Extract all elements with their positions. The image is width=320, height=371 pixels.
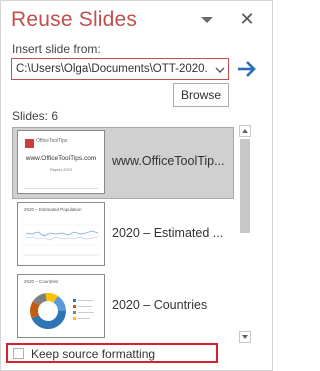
slide-thumbnail-3: 2020 – Countries <box>17 274 105 338</box>
keep-source-formatting-highlight: Keep source formatting <box>6 343 218 363</box>
keep-source-formatting-label[interactable]: Keep source formatting <box>31 347 155 361</box>
office-logo-icon <box>25 139 34 148</box>
scroll-down-arrow-icon[interactable] <box>239 331 251 343</box>
slide-item-3[interactable]: 2020 – Countries 2020 – Countries <box>12 271 234 341</box>
slide-title-2: 2020 – Estimated ... <box>112 226 224 240</box>
path-dropdown-chevron-down-icon[interactable] <box>214 63 226 75</box>
thumb-logo-text: OfficeToolTips <box>36 138 68 144</box>
scroll-up-arrow-icon[interactable] <box>239 125 251 137</box>
line-chart-thumbnail <box>24 224 100 256</box>
browse-button[interactable]: Browse <box>173 83 229 107</box>
pane-title: Reuse Slides <box>11 8 138 31</box>
slides-count-label: Slides: 6 <box>12 109 59 123</box>
close-icon[interactable]: ✕ <box>237 9 257 29</box>
slide-item-1[interactable]: OfficeToolTips www.OfficeToolTips.com Re… <box>12 127 234 199</box>
file-path-input[interactable] <box>11 58 229 80</box>
slide-thumbnail-2: 2020 – Estimated Population <box>17 202 105 266</box>
arrow-right-icon[interactable] <box>235 58 259 80</box>
slides-list: OfficeToolTips www.OfficeToolTips.com Re… <box>12 125 234 341</box>
keep-source-formatting-checkbox[interactable] <box>13 348 24 359</box>
donut-chart-thumbnail <box>30 293 94 329</box>
slide-item-2[interactable]: 2020 – Estimated Population 2020 – Estim… <box>12 199 234 271</box>
scrollbar-thumb[interactable] <box>240 139 250 233</box>
slide-title-3: 2020 – Countries <box>112 298 208 312</box>
thumb-divider <box>24 188 98 189</box>
thumb-center-text: www.OfficeToolTips.com <box>25 155 97 162</box>
insert-slide-from-label: Insert slide from: <box>12 42 101 56</box>
reuse-slides-pane: Reuse Slides ✕ Insert slide from: Browse… <box>0 0 273 371</box>
chevron-down-icon[interactable] <box>199 13 215 27</box>
slide-title-1: www.OfficeToolTip... <box>112 154 225 168</box>
slide-thumbnail-1: OfficeToolTips www.OfficeToolTips.com Re… <box>17 130 105 194</box>
thumb-sub-text: Report 2020 <box>49 167 72 172</box>
slides-scrollbar[interactable] <box>239 125 251 343</box>
